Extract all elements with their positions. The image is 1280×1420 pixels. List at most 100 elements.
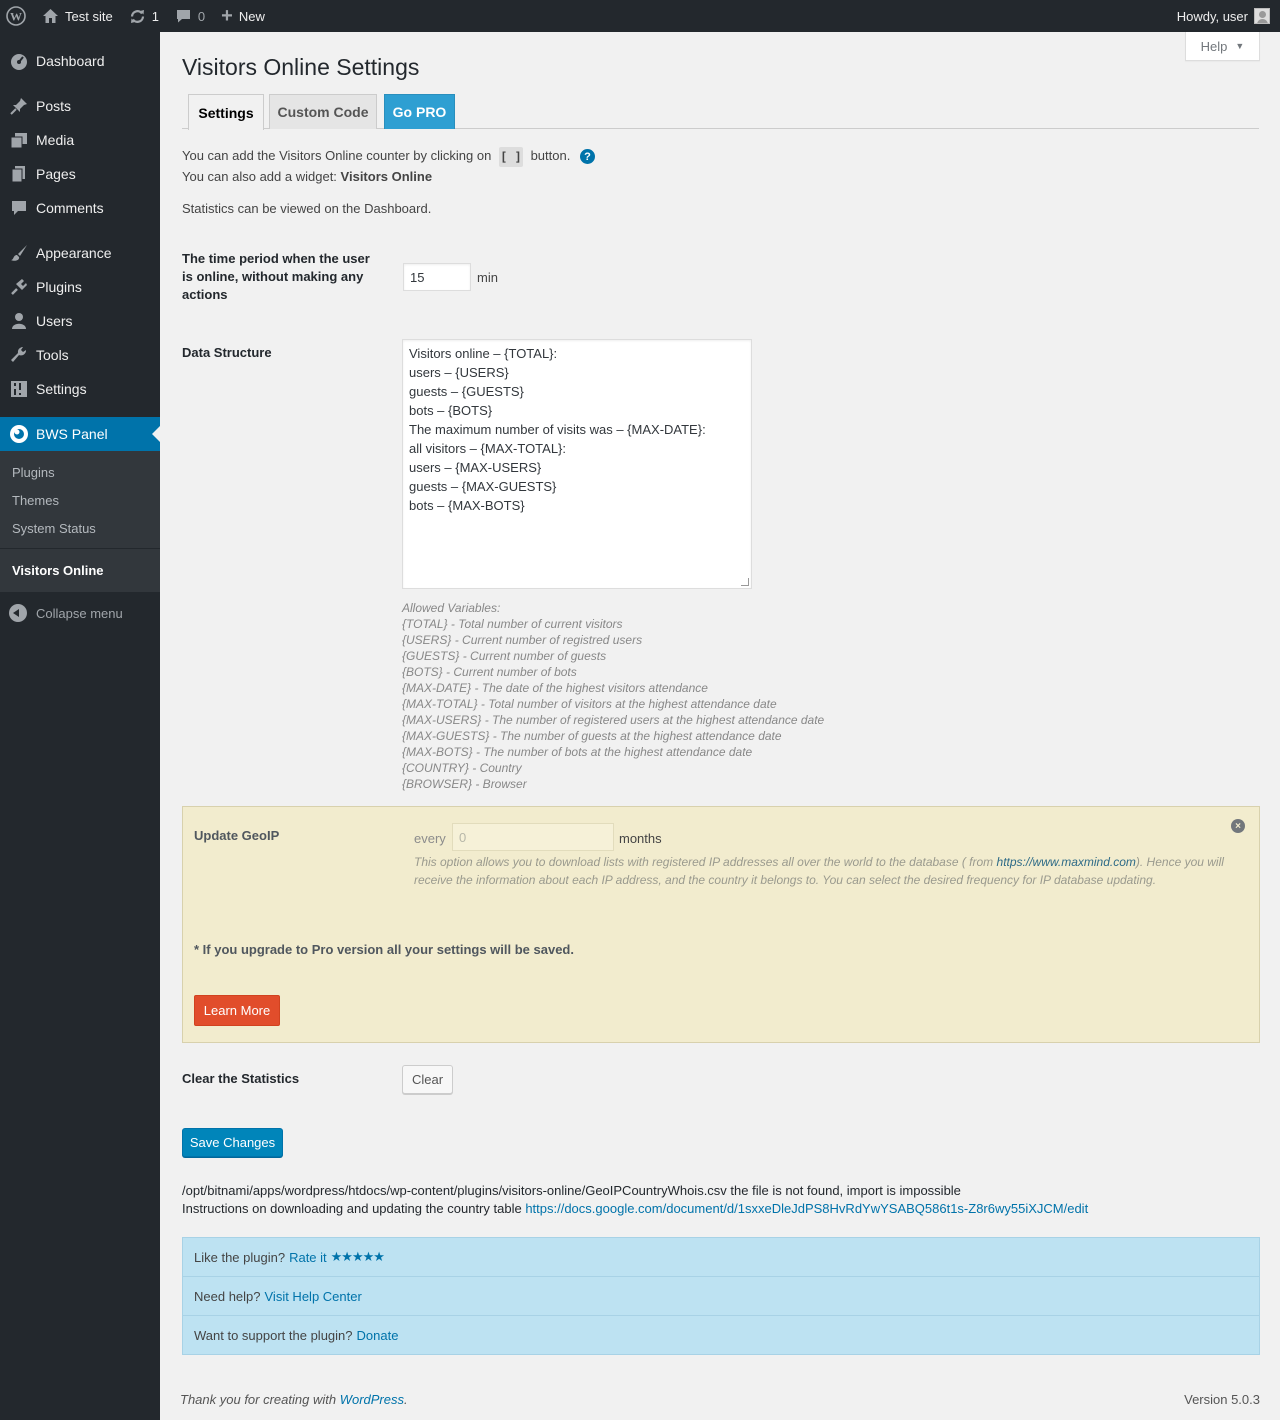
shortcode-button-icon: [ ] [498, 146, 523, 167]
updates-count: 1 [151, 8, 159, 24]
svg-text:W: W [10, 10, 22, 24]
variable-line: {MAX-BOTS} - The number of bots at the h… [402, 745, 753, 759]
sidebar-item-label: Users [36, 313, 73, 329]
comments-count: 0 [197, 8, 206, 24]
textarea-line: bots – {MAX-BOTS} [409, 498, 525, 513]
sidebar-item-plugins[interactable]: Plugins [0, 270, 160, 304]
rate-it-link[interactable]: Rate it [289, 1250, 327, 1265]
variable-line: {USERS} - Current number of registred us… [402, 633, 643, 647]
pro-upsell-box: Update GeoIP every 0 months This option … [182, 806, 1260, 1043]
sidebar-item-posts[interactable]: Posts [0, 89, 160, 123]
help-icon[interactable]: ? [579, 149, 595, 165]
clear-statistics-label: Clear the Statistics [182, 1071, 300, 1086]
comments-link[interactable]: 0 [167, 0, 213, 32]
intro-line1-a: You can add the Visitors Online counter … [182, 148, 492, 163]
every-label: every [414, 831, 446, 846]
sidebar-item-pages[interactable]: Pages [0, 157, 160, 191]
brush-icon [9, 243, 29, 263]
tab-settings[interactable]: Settings [188, 94, 264, 130]
sidebar-item-users[interactable]: Users [0, 304, 160, 338]
learn-more-button[interactable]: Learn More [194, 995, 280, 1026]
sidebar-item-label: Appearance [36, 245, 112, 261]
my-account-link[interactable]: Howdy, user [1169, 0, 1280, 32]
admin-sidebar: Dashboard Posts Media Pages Comments App… [0, 32, 160, 1420]
donate-text: Want to support the plugin? [194, 1328, 353, 1343]
intro-line1-b: button. [530, 148, 571, 163]
variable-line: {MAX-USERS} - The number of registered u… [402, 713, 825, 727]
help-button[interactable]: Help ▼ [1185, 32, 1260, 61]
comment-icon [9, 198, 29, 218]
sidebar-item-label: Plugins [36, 279, 82, 295]
textarea-line: guests – {GUESTS} [409, 384, 524, 399]
new-label: New [238, 8, 265, 24]
site-name-link[interactable]: Test site [34, 0, 121, 32]
submenu-item-system-status[interactable]: System Status [0, 514, 160, 542]
submenu-item-themes[interactable]: Themes [0, 486, 160, 514]
collapse-menu-button[interactable]: Collapse menu [0, 596, 160, 630]
wordpress-icon: W [6, 6, 26, 26]
sidebar-item-appearance[interactable]: Appearance [0, 236, 160, 270]
time-period-label: The time period when the user is online,… [182, 251, 370, 302]
donate-row: Want to support the plugin? Donate [183, 1316, 1259, 1355]
maxmind-link[interactable]: https://www.maxmind.com [997, 855, 1136, 869]
settings-icon [9, 379, 29, 399]
variable-line: {MAX-DATE} - The date of the highest vis… [402, 681, 708, 695]
textarea-line: guests – {MAX-GUESTS} [409, 479, 557, 494]
updates-link[interactable]: 1 [121, 0, 167, 32]
sidebar-item-tools[interactable]: Tools [0, 338, 160, 372]
plus-icon: + [221, 4, 233, 27]
sidebar-item-dashboard[interactable]: Dashboard [0, 44, 160, 78]
update-geoip-label: Update GeoIP [194, 828, 280, 843]
clear-button[interactable]: Clear [402, 1065, 453, 1094]
help-center-link[interactable]: Visit Help Center [265, 1289, 362, 1304]
tab-go-pro[interactable]: Go PRO [384, 94, 455, 129]
close-icon[interactable]: × [1231, 819, 1245, 833]
textarea-line: The maximum number of visits was – {MAX-… [409, 422, 706, 437]
textarea-line: Visitors online – {TOTAL}: [409, 346, 558, 361]
thanks-text: Thank you for creating with [180, 1392, 337, 1407]
instructions-link[interactable]: https://docs.google.com/document/d/1sxxe… [525, 1201, 1088, 1216]
data-structure-textarea[interactable]: Visitors online – {TOTAL}: users – {USER… [402, 339, 752, 589]
import-notice: /opt/bitnami/apps/wordpress/htdocs/wp-co… [182, 1182, 1088, 1218]
textarea-line: users – {USERS} [409, 365, 509, 380]
rate-row: Like the plugin? Rate it ★★★★★ [183, 1238, 1259, 1277]
stars-icon[interactable]: ★★★★★ [331, 1249, 385, 1265]
comment-icon [175, 8, 192, 24]
sidebar-item-comments[interactable]: Comments [0, 191, 160, 225]
plugin-support-box: Like the plugin? Rate it ★★★★★ Need help… [182, 1237, 1260, 1355]
help-label: Help [1200, 38, 1228, 54]
time-unit: min [477, 270, 498, 285]
sidebar-item-label: Settings [36, 381, 87, 397]
textarea-line: users – {MAX-USERS} [409, 460, 542, 475]
avatar [1254, 8, 1270, 24]
variable-line: {TOTAL} - Total number of current visito… [402, 617, 623, 631]
sidebar-item-media[interactable]: Media [0, 123, 160, 157]
sidebar-item-label: Tools [36, 347, 69, 363]
wrench-icon [9, 345, 29, 365]
bws-submenu: Plugins Themes System Status Visitors On… [0, 451, 160, 592]
save-changes-button[interactable]: Save Changes [182, 1128, 283, 1157]
main-content: Help ▼ Visitors Online Settings Settings… [160, 32, 1280, 1420]
time-period-input[interactable]: 15 [403, 263, 471, 291]
submenu-item-visitors-online[interactable]: Visitors Online [0, 555, 160, 585]
resize-handle[interactable] [741, 578, 749, 586]
sidebar-item-settings[interactable]: Settings [0, 372, 160, 406]
wordpress-link[interactable]: WordPress [340, 1392, 404, 1407]
tab-custom-code[interactable]: Custom Code [269, 94, 377, 129]
caret-down-icon: ▼ [1235, 41, 1245, 51]
donate-link[interactable]: Donate [357, 1328, 399, 1343]
months-label: months [619, 831, 662, 846]
submenu-item-plugins[interactable]: Plugins [0, 458, 160, 486]
new-content-link[interactable]: + New [213, 0, 273, 32]
sidebar-item-bws-panel[interactable]: BWS Panel [0, 417, 160, 451]
desc-text-a: This option allows you to download lists… [414, 855, 997, 869]
rate-text: Like the plugin? [194, 1249, 286, 1265]
wordpress-logo-button[interactable]: W [0, 0, 34, 32]
intro-line3: Statistics can be viewed on the Dashboar… [182, 200, 432, 216]
page-title: Visitors Online Settings [182, 54, 420, 80]
data-structure-label: Data Structure [182, 345, 272, 360]
collapse-icon [9, 604, 27, 622]
sidebar-item-label: Media [36, 132, 75, 148]
geoip-months-input: 0 [452, 823, 614, 851]
sidebar-item-label: Comments [36, 200, 104, 216]
